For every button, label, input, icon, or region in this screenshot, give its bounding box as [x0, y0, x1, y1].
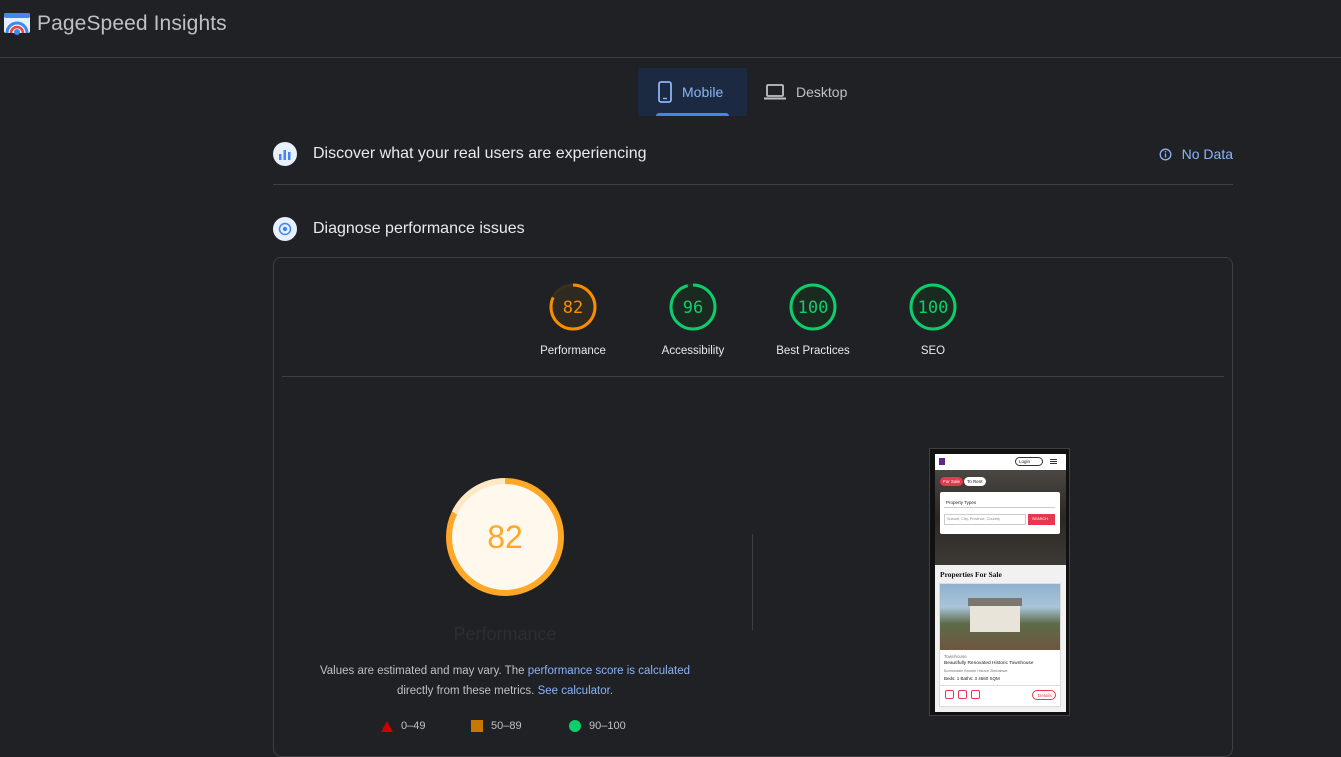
field-data-title: Discover what your real users are experi…	[313, 145, 647, 162]
accessibility-score: 96	[683, 298, 703, 318]
search-btn-text: SEARCH	[1032, 517, 1048, 521]
listing-meta: Beds: 1 Baths: 3 4660 SQM	[944, 676, 1000, 681]
diagnose-icon	[273, 217, 297, 241]
best-practices-label: Best Practices	[776, 345, 850, 357]
accessibility-gauge[interactable]: 96 Accessibility	[638, 282, 748, 357]
search-box: Property Types Suburb, City, Province, C…	[940, 492, 1060, 534]
to-rent-chip: To Rent	[964, 477, 986, 486]
lab-data-title: Diagnose performance issues	[313, 220, 525, 237]
seo-label: SEO	[920, 345, 946, 357]
listing-photo	[940, 584, 1060, 650]
no-data-label: No Data	[1181, 146, 1233, 162]
screenshot-navbar: Login	[935, 454, 1066, 470]
performance-gauge[interactable]: 82 Performance	[518, 282, 628, 357]
app-title[interactable]: PageSpeed Insights	[37, 12, 227, 36]
tab-mobile-label: Mobile	[682, 84, 724, 100]
menu-icon	[1050, 459, 1057, 460]
details-button: Details	[1032, 690, 1056, 700]
no-data-status[interactable]: No Data	[1159, 146, 1233, 162]
legend-fail: 0–49	[381, 720, 425, 732]
best-practices-gauge-ring: 100	[789, 283, 837, 331]
location-placeholder: Suburb, City, Province, Country	[947, 517, 1000, 521]
whatsapp-icon	[945, 690, 954, 699]
location-input: Suburb, City, Province, Country	[944, 514, 1026, 525]
best-practices-gauge[interactable]: 100 Best Practices	[758, 282, 868, 357]
square-icon	[471, 720, 483, 732]
roof-shape	[968, 598, 1022, 606]
listing-type: Townhouse	[944, 654, 967, 659]
note-text-1: Values are estimated and may vary. The	[319, 665, 528, 677]
to-rent-text: To Rent	[967, 479, 983, 484]
login-text: Login	[1019, 459, 1031, 464]
circle-icon	[569, 720, 581, 732]
email-icon	[971, 690, 980, 699]
performance-gauge-ring: 82	[549, 283, 597, 331]
triangle-icon	[381, 720, 393, 732]
listing-card: Townhouse Beautifully Renovated Historic…	[939, 583, 1061, 707]
estimate-note: Values are estimated and may vary. The p…	[300, 661, 710, 701]
field-data-section: Discover what your real users are experi…	[273, 138, 1233, 170]
vertical-divider	[752, 534, 753, 630]
smartphone-icon	[658, 81, 672, 103]
legend-pass-range: 90–100	[589, 720, 626, 732]
tab-mobile[interactable]: Mobile	[638, 68, 747, 116]
listing-title: Beautifully Renovated Historic Townhouse	[944, 661, 1034, 666]
legend-pass: 90–100	[569, 720, 626, 732]
top-bar: PageSpeed Insights	[0, 0, 1341, 58]
property-type-select: Property Types	[944, 497, 1055, 508]
legend-fail-range: 0–49	[401, 720, 426, 732]
lab-data-section: Diagnose performance issues	[273, 213, 1233, 245]
score-calculated-link[interactable]: performance score is calculated	[528, 665, 690, 677]
accessibility-label: Accessibility	[661, 345, 725, 357]
for-sale-text: For Sale	[943, 479, 961, 484]
tab-desktop[interactable]: Desktop	[764, 68, 864, 116]
seo-gauge[interactable]: 100 SEO	[878, 282, 988, 357]
phone-icon	[958, 690, 967, 699]
legend-average: 50–89	[471, 720, 522, 732]
see-calculator-link[interactable]: See calculator.	[538, 685, 613, 697]
pagespeed-logo-icon[interactable]	[4, 13, 30, 37]
for-sale-chip: For Sale	[940, 477, 963, 486]
site-logo-icon	[939, 458, 945, 465]
screenshot-hero: For Sale To Rent Property Types Suburb, …	[935, 470, 1066, 565]
best-practices-score: 100	[798, 298, 829, 318]
accessibility-gauge-ring: 96	[669, 283, 717, 331]
real-users-icon	[273, 142, 297, 166]
performance-big-score: 82	[487, 519, 523, 555]
login-pill: Login	[1015, 457, 1043, 466]
search-btn: SEARCH	[1028, 514, 1055, 525]
listing-location: Borrowdale Brooke Harare Zimbabwe	[944, 669, 1008, 673]
card-divider	[940, 685, 1060, 686]
legend-average-range: 50–89	[491, 720, 522, 732]
gauges-divider	[282, 376, 1224, 377]
performance-label: Performance	[540, 345, 606, 357]
tab-desktop-label: Desktop	[796, 84, 848, 100]
performance-big-gauge: 82	[446, 478, 564, 596]
seo-score: 100	[918, 298, 949, 318]
seo-gauge-ring: 100	[909, 283, 957, 331]
property-types-text: Property Types	[946, 500, 977, 505]
screenshot-screen: Login For Sale To Rent Property Types Su…	[935, 454, 1066, 712]
note-text-2: directly from these metrics.	[396, 685, 538, 697]
properties-heading: Properties For Sale	[940, 570, 1002, 579]
details-text: Details	[1038, 693, 1052, 698]
section-divider	[273, 184, 1233, 185]
house-shape	[970, 604, 1020, 632]
info-icon	[1159, 148, 1172, 160]
final-screenshot[interactable]: Login For Sale To Rent Property Types Su…	[929, 448, 1070, 716]
laptop-icon	[764, 84, 786, 100]
performance-big-label: Performance	[453, 624, 557, 644]
performance-score: 82	[563, 298, 583, 318]
